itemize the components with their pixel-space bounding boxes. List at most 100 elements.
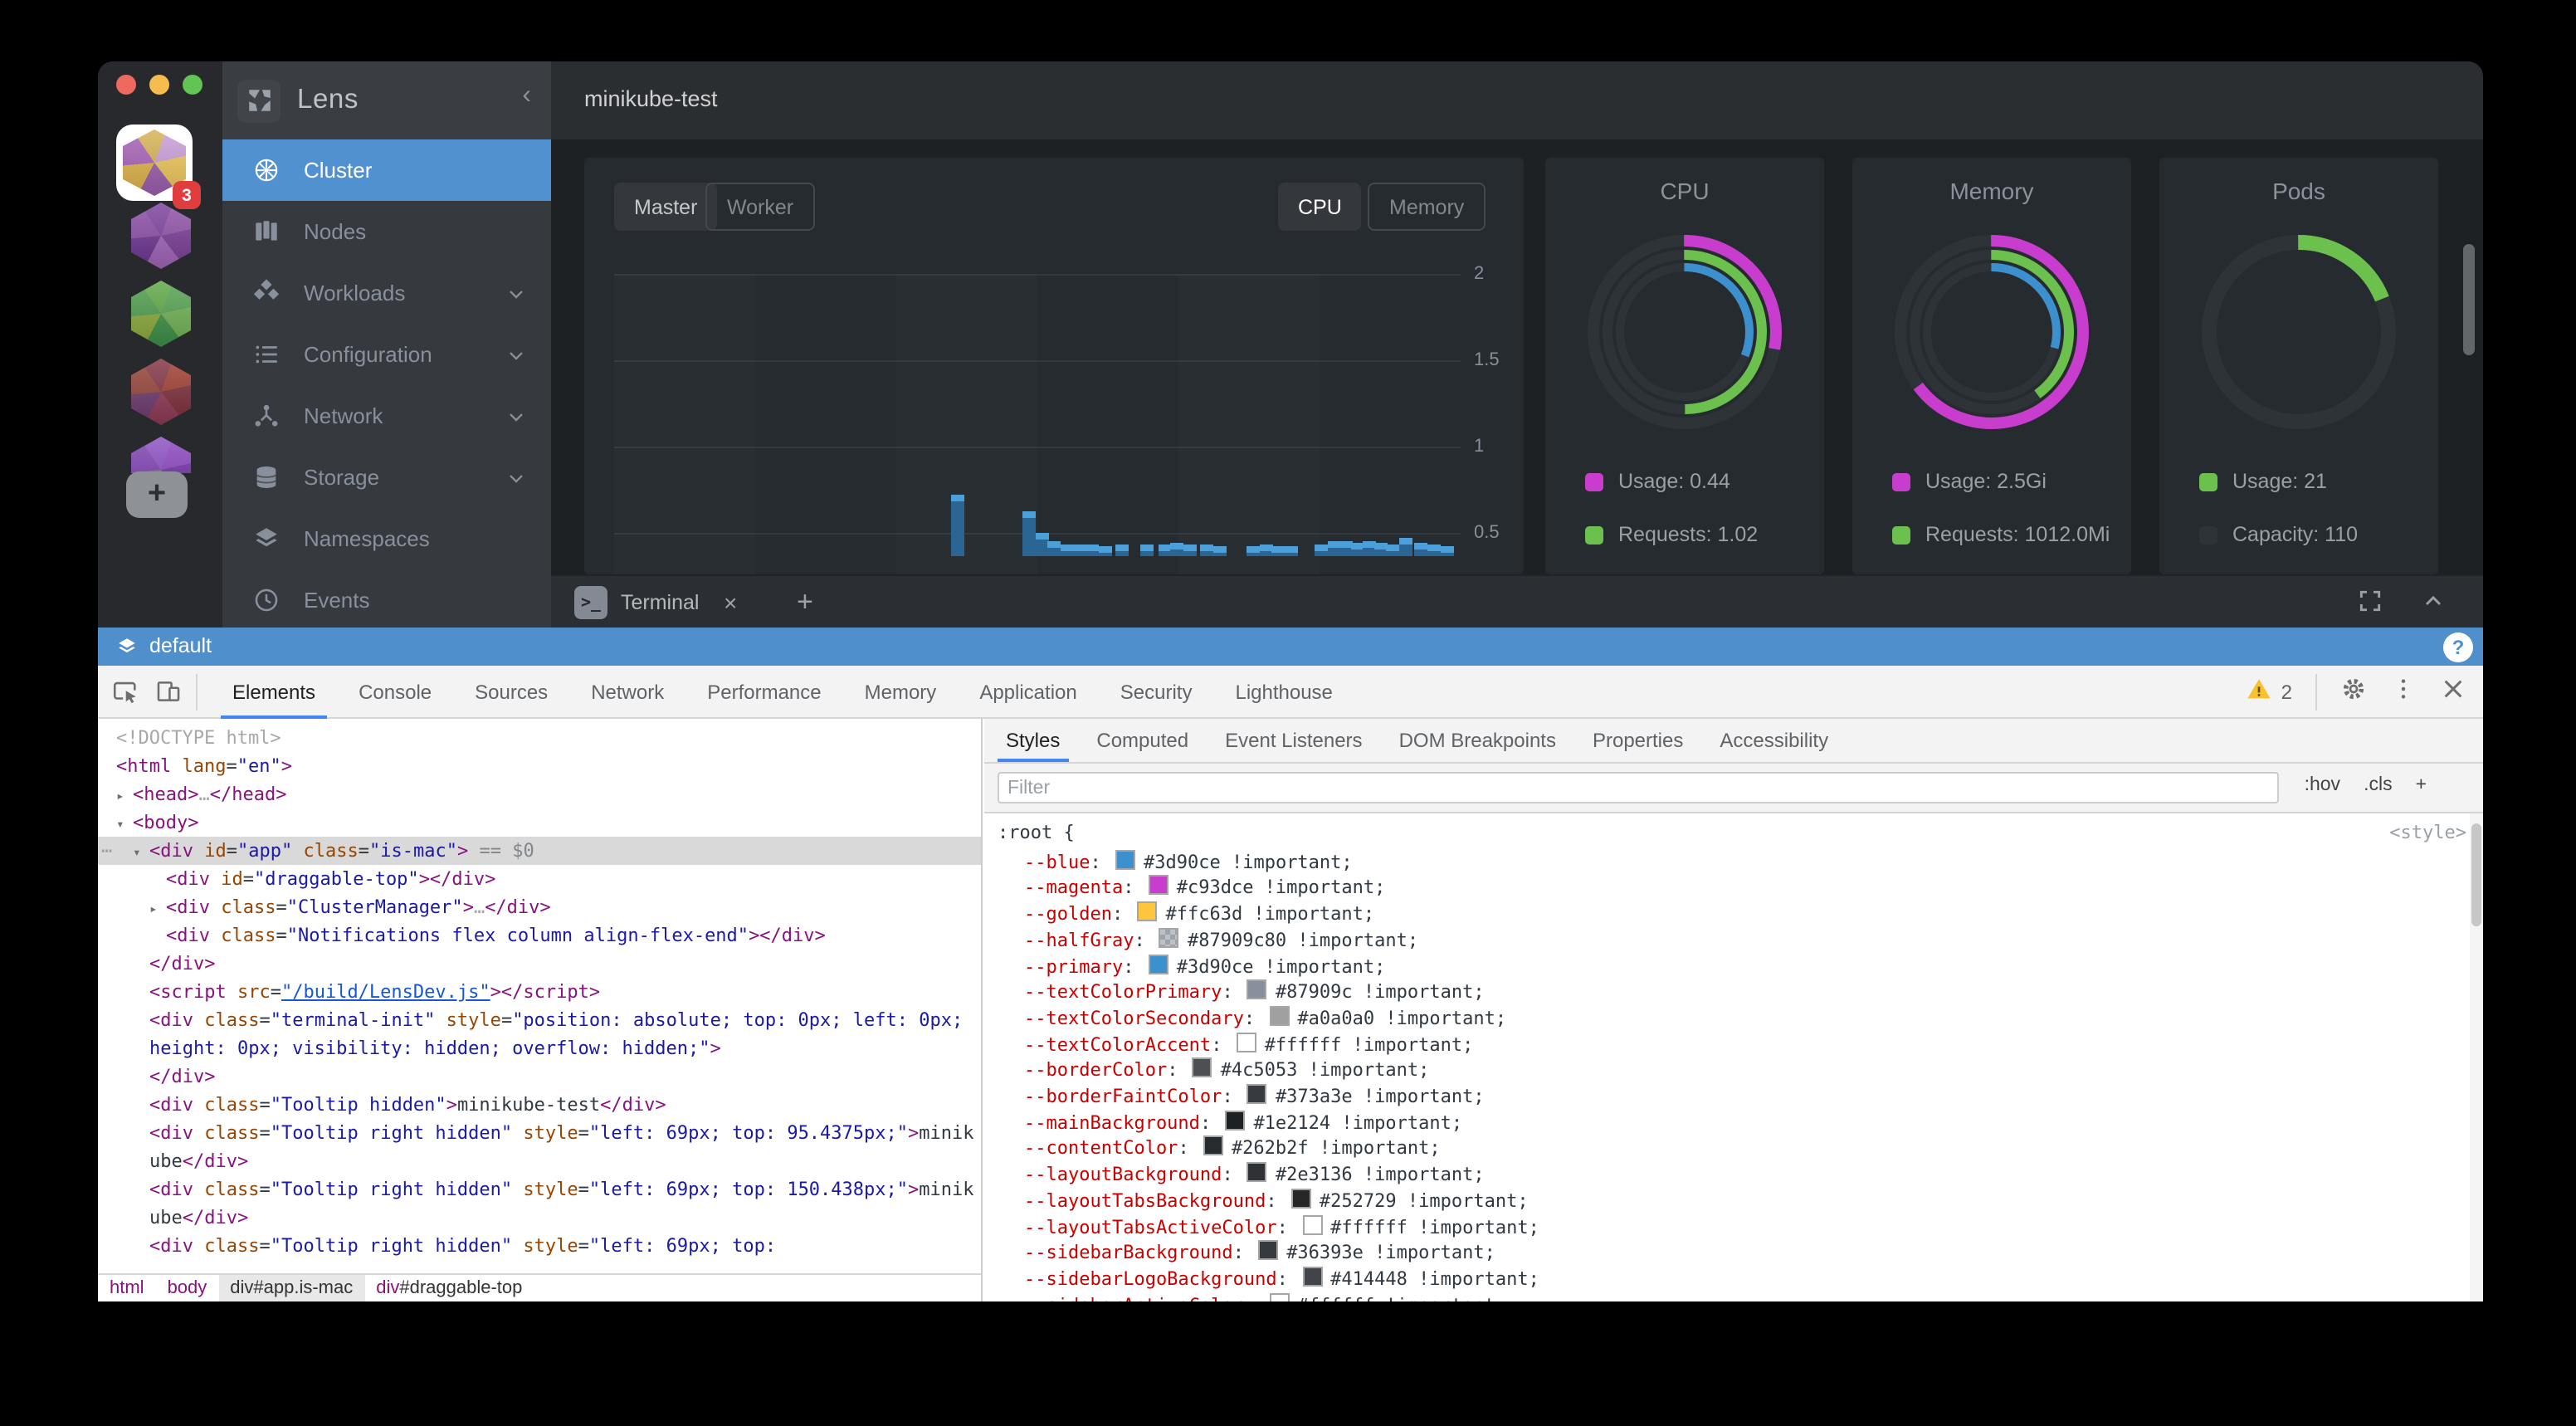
chevron-down-icon[interactable]	[505, 466, 528, 489]
devtools-menu-icon[interactable]	[2390, 675, 2417, 710]
namespace-label[interactable]: default	[149, 634, 212, 657]
dom-node[interactable]: <script src="/build/LensDev.js"></script…	[98, 978, 981, 1006]
chevron-down-icon[interactable]	[505, 343, 528, 366]
css-property[interactable]: --borderFaintColor: #373a3e !important;	[984, 1084, 2470, 1110]
css-rules[interactable]: :root { <style> --blue: #3d90ce !importa…	[984, 813, 2470, 1301]
css-property[interactable]: --sidebarBackground: #36393e !important;	[984, 1241, 2470, 1267]
styles-tab-event-listeners[interactable]: Event Listeners	[1207, 719, 1380, 762]
cluster-icon-cluster-2[interactable]	[131, 203, 191, 269]
warning-icon[interactable]	[2247, 675, 2273, 710]
dom-node[interactable]: ▾<body>	[98, 808, 981, 837]
zoom-window-button[interactable]	[183, 75, 202, 95]
dom-node[interactable]: <div class="Tooltip hidden">minikube-tes…	[98, 1091, 981, 1119]
styles-tab-dom-breakpoints[interactable]: DOM Breakpoints	[1381, 719, 1574, 762]
css-property[interactable]: --layoutBackground: #2e3136 !important;	[984, 1162, 2470, 1188]
color-swatch[interactable]	[1159, 928, 1179, 948]
style-source-link[interactable]: <style>	[2389, 820, 2466, 846]
node-menu-icon[interactable]: ⋯	[101, 837, 110, 865]
devtools-tab-memory[interactable]: Memory	[843, 666, 959, 719]
css-property[interactable]: --magenta: #c93dce !important;	[984, 876, 2470, 901]
color-swatch[interactable]	[1115, 849, 1135, 869]
sidebar-item-events[interactable]: Events	[222, 569, 551, 631]
color-swatch[interactable]	[1137, 901, 1157, 921]
devtools-tab-network[interactable]: Network	[569, 666, 685, 719]
styles-tab-computed[interactable]: Computed	[1078, 719, 1207, 762]
css-property[interactable]: --sidebarLogoBackground: #414448 !import…	[984, 1267, 2470, 1292]
minimize-window-button[interactable]	[149, 75, 169, 95]
css-property[interactable]: --borderColor: #4c5053 !important;	[984, 1058, 2470, 1084]
devtools-tab-sources[interactable]: Sources	[453, 666, 569, 719]
css-property[interactable]: --halfGray: #87909c80 !important;	[984, 928, 2470, 954]
styles-scrollbar[interactable]	[2470, 813, 2483, 1301]
inspect-element-icon[interactable]	[111, 677, 139, 706]
css-property[interactable]: --textColorPrimary: #87909c !important;	[984, 979, 2470, 1005]
dom-node[interactable]: ▸<div class="ClusterManager">…</div>	[98, 893, 981, 921]
metric-tab-memory[interactable]: Memory	[1368, 183, 1486, 231]
dom-node[interactable]: <div class="Notifications flex column al…	[98, 921, 981, 950]
css-property[interactable]: --layoutTabsActiveColor: #ffffff !import…	[984, 1214, 2470, 1240]
styles-tab-properties[interactable]: Properties	[1574, 719, 1701, 762]
color-swatch[interactable]	[1149, 954, 1168, 974]
css-property[interactable]: --layoutTabsBackground: #252729 !importa…	[984, 1189, 2470, 1214]
cluster-icon-minikube-test[interactable]: 3	[116, 125, 193, 201]
chevron-down-icon[interactable]	[505, 281, 528, 305]
breadcrumb-item[interactable]: body	[156, 1275, 219, 1301]
sidebar-item-namespaces[interactable]: Namespaces	[222, 508, 551, 569]
expand-node-icon[interactable]: ▸	[149, 895, 158, 923]
terminal-fullscreen-icon[interactable]	[2357, 588, 2383, 623]
dom-node[interactable]: ▸<head>…</head>	[98, 780, 981, 808]
color-swatch[interactable]	[1291, 1189, 1311, 1209]
color-swatch[interactable]	[1149, 876, 1168, 896]
close-window-button[interactable]	[116, 75, 136, 95]
color-swatch[interactable]	[1302, 1267, 1322, 1287]
sidebar-item-storage[interactable]: Storage	[222, 447, 551, 508]
styles-tab-styles[interactable]: Styles	[988, 719, 1078, 762]
styles-filter-input[interactable]	[998, 772, 2279, 803]
color-swatch[interactable]	[1193, 1058, 1212, 1078]
color-swatch[interactable]	[1237, 1032, 1256, 1052]
add-cluster-button[interactable]: +	[126, 471, 188, 518]
styles-tab-accessibility[interactable]: Accessibility	[1701, 719, 1847, 762]
color-swatch[interactable]	[1225, 1110, 1245, 1130]
sidebar-item-workloads[interactable]: Workloads	[222, 262, 551, 324]
color-swatch[interactable]	[1269, 1292, 1289, 1301]
css-property[interactable]: --primary: #3d90ce !important;	[984, 954, 2470, 979]
css-property[interactable]: --contentColor: #262b2f !important;	[984, 1136, 2470, 1162]
node-tab-master[interactable]: Master	[614, 183, 717, 231]
sidebar-item-network[interactable]: Network	[222, 385, 551, 447]
color-swatch[interactable]	[1269, 1006, 1289, 1026]
terminal-collapse-icon[interactable]	[2420, 588, 2447, 623]
styles-toggle-hov[interactable]: :hov	[2305, 775, 2341, 795]
dom-node[interactable]: <div class="Tooltip right hidden" style=…	[98, 1119, 981, 1175]
chevron-down-icon[interactable]	[505, 404, 528, 427]
dom-node[interactable]: <div class="Tooltip right hidden" style=…	[98, 1232, 981, 1260]
css-property[interactable]: --sidebarActiveColor: #ffffff !important…	[984, 1292, 2470, 1301]
dom-node-selected[interactable]: ⋯▾<div id="app" class="is-mac"> == $0	[98, 837, 981, 865]
dashboard-scrollbar[interactable]	[2463, 244, 2475, 355]
dom-tree[interactable]: <!DOCTYPE html><html lang="en">▸<head>…<…	[98, 719, 981, 1275]
color-swatch[interactable]	[1302, 1214, 1322, 1234]
sidebar-item-cluster[interactable]: Cluster	[222, 139, 551, 201]
color-swatch[interactable]	[1247, 979, 1267, 999]
devtools-tab-application[interactable]: Application	[958, 666, 1098, 719]
dom-node[interactable]: </div>	[98, 1062, 981, 1091]
dom-node[interactable]: <div class="terminal-init" style="positi…	[98, 1006, 981, 1062]
devtools-tab-console[interactable]: Console	[337, 666, 453, 719]
node-tab-worker[interactable]: Worker	[705, 183, 815, 231]
styles-toggle-[interactable]: +	[2416, 775, 2427, 795]
devtools-close-icon[interactable]	[2440, 675, 2466, 710]
css-property[interactable]: --textColorAccent: #ffffff !important;	[984, 1032, 2470, 1057]
devtools-tab-performance[interactable]: Performance	[685, 666, 842, 719]
css-property[interactable]: --textColorSecondary: #a0a0a0 !important…	[984, 1006, 2470, 1032]
breadcrumb-item[interactable]: html	[98, 1275, 156, 1301]
sidebar-item-nodes[interactable]: Nodes	[222, 201, 551, 262]
css-property[interactable]: --mainBackground: #1e2124 !important;	[984, 1110, 2470, 1135]
expand-node-icon[interactable]: ▸	[116, 782, 124, 810]
color-swatch[interactable]	[1247, 1162, 1267, 1182]
color-swatch[interactable]	[1258, 1241, 1278, 1261]
collapse-sidebar-button[interactable]: ‹	[522, 81, 531, 111]
css-property[interactable]: --golden: #ffc63d !important;	[984, 901, 2470, 927]
color-swatch[interactable]	[1247, 1084, 1267, 1104]
dom-node[interactable]: <div class="Tooltip right hidden" style=…	[98, 1175, 981, 1232]
dom-node[interactable]: <div id="draggable-top"></div>	[98, 865, 981, 893]
